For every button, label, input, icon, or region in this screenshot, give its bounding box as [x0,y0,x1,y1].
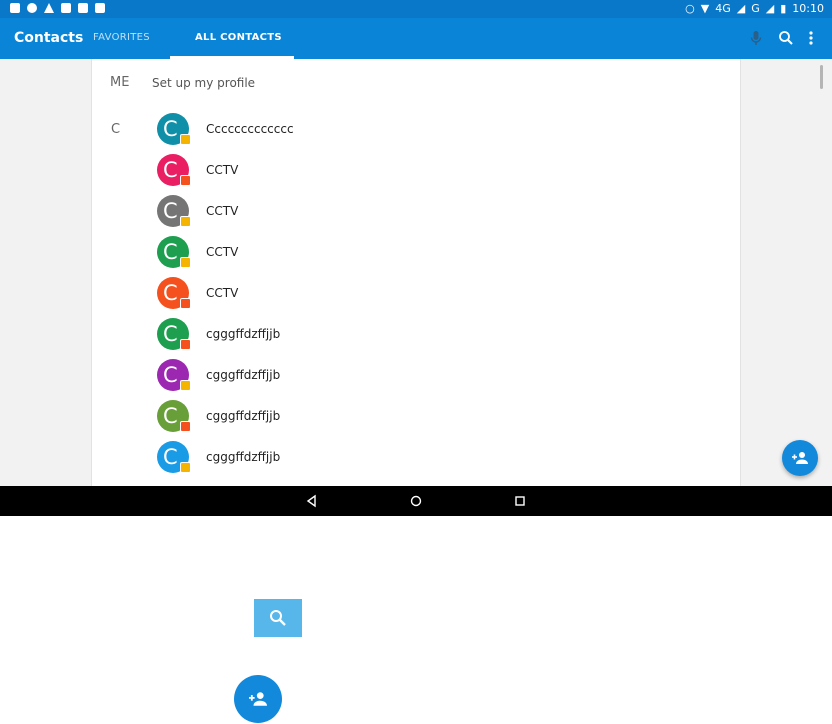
legend-add-contact-icon [234,675,282,723]
presence-badge-icon [180,134,191,145]
network-type-2: G [751,2,760,15]
contact-row[interactable]: C CCTV [157,277,717,311]
setup-profile-link[interactable]: Set up my profile [152,76,255,90]
search-icon[interactable] [776,28,796,48]
system-icons: ○ ▼ 4G ◢ G ◢ ▮ 10:10 [685,2,824,16]
back-icon[interactable] [304,493,320,509]
network-type: 4G [715,2,731,15]
contact-name: CCTV [206,204,239,218]
contact-name: cgggffdzffjjb [206,409,281,423]
contact-row[interactable]: C CCTV [157,154,717,188]
message-icon [78,3,88,13]
contact-name: cgggffdzffjjb [206,327,281,341]
mic-icon[interactable] [746,28,766,48]
section-letter: C [111,122,121,137]
presence-badge-icon [180,298,191,309]
contact-row[interactable]: Ccgggffdzffjjb [157,318,717,352]
sync-icon [27,3,37,13]
notification-icons [10,3,105,13]
contact-row[interactable]: C CCTV [157,195,717,229]
contact-name: cgggffdzffjjb [206,368,281,382]
presence-badge-icon [180,175,191,186]
contact-row[interactable]: C CCTV [157,236,717,270]
battery-icon: ▮ [780,2,787,15]
presence-badge-icon [180,339,191,350]
more-vert-icon[interactable] [801,28,821,48]
legend-search-icon [254,599,302,637]
contact-row[interactable]: Ccgggffdzffjjb [157,359,717,393]
file-icon [95,3,105,13]
presence-badge-icon [180,462,191,473]
contacts-list[interactable]: ME Set up my profile C C Ccccccccccccc C CC… [91,59,741,486]
warning-icon [44,3,54,13]
add-person-icon [792,452,808,464]
scrollbar[interactable] [820,65,823,89]
recents-icon[interactable] [512,493,528,509]
signal-icon-2: ◢ [765,2,775,15]
sim-icon [10,3,20,13]
wifi-icon: ▼ [700,2,710,15]
signal-icon: ◢ [736,2,746,15]
screenshot-icon [61,3,71,13]
contact-name: CCTV [206,245,239,259]
app-title: Contacts [14,30,84,46]
presence-badge-icon [180,421,191,432]
contact-name: CCTV [206,163,239,177]
navigation-bar [0,486,832,516]
status-bar: ○ ▼ 4G ◢ G ◢ ▮ 10:10 [0,0,832,18]
app-bar: Contacts FAVORITES ALL CONTACTS [0,18,832,59]
contact-name: cgggffdzffjjb [206,450,281,464]
presence-badge-icon [180,380,191,391]
contact-row[interactable]: Ccgggffdzffjjb [157,400,717,434]
contact-name: CCTV [206,286,239,300]
presence-badge-icon [180,216,191,227]
add-contact-button[interactable] [782,440,818,476]
headset-icon: ○ [685,2,695,15]
clock: 10:10 [792,2,824,15]
home-icon[interactable] [408,493,424,509]
contact-row[interactable]: Ccgggffdzffjjb [157,441,717,475]
tab-favorites[interactable]: FAVORITES [93,32,150,43]
contact-row[interactable]: C Ccccccccccccc [157,113,717,147]
contact-name: Ccccccccccccc [206,122,294,136]
tablet-screen: ○ ▼ 4G ◢ G ◢ ▮ 10:10 Contacts FAVORITES … [0,0,832,516]
tab-all-contacts[interactable]: ALL CONTACTS [195,32,282,43]
me-label: ME [110,75,130,90]
presence-badge-icon [180,257,191,268]
